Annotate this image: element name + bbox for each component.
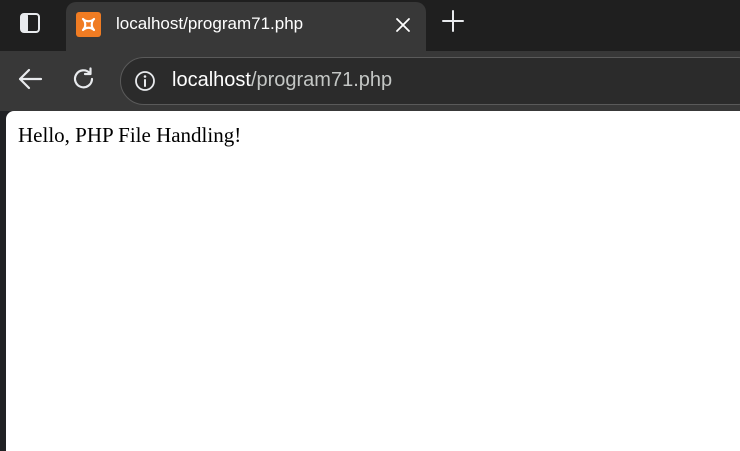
url-text[interactable]: localhost/program71.php (172, 69, 392, 92)
close-icon[interactable] (392, 14, 414, 36)
sidebar-toggle-button[interactable] (8, 6, 52, 44)
new-tab-button[interactable] (436, 6, 470, 40)
back-button[interactable] (12, 63, 48, 99)
back-arrow-icon (17, 66, 43, 97)
active-tab[interactable]: localhost/program71.php (66, 2, 426, 51)
browser-toolbar: localhost/program71.php (0, 51, 740, 111)
page-content-text: Hello, PHP File Handling! (18, 123, 242, 147)
sidebar-icon (19, 12, 41, 39)
plus-icon (442, 9, 464, 37)
page-viewport: Hello, PHP File Handling! (6, 111, 740, 451)
address-bar[interactable]: localhost/program71.php (120, 57, 740, 105)
url-host: localhost (172, 69, 251, 91)
info-icon[interactable] (133, 69, 157, 93)
xampp-icon (76, 12, 101, 37)
tab-title: localhost/program71.php (116, 14, 304, 33)
reload-button[interactable] (66, 63, 102, 99)
tab-strip: localhost/program71.php (0, 0, 740, 51)
url-path: /program71.php (250, 69, 393, 91)
reload-icon (71, 66, 97, 97)
